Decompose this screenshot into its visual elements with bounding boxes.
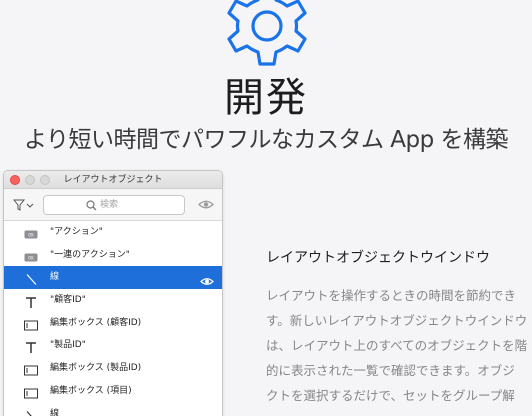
edit-box-icon <box>24 318 38 331</box>
list-item[interactable]: 編集ボックス (製品ID) <box>4 357 222 380</box>
svg-text:OK: OK <box>28 255 34 260</box>
eye-icon[interactable] <box>200 273 214 286</box>
button-icon: OK <box>24 227 38 239</box>
filter-icon[interactable] <box>13 198 35 212</box>
text-icon <box>24 340 38 354</box>
gear-icon <box>227 0 307 66</box>
list-item-label: 編集ボックス (項目) <box>50 385 132 396</box>
search-icon <box>86 200 97 211</box>
description-line: す。新しいレイアウトオブジェクトウインドウ <box>266 313 528 328</box>
feature-description: レイアウトを操作するときの時間を節約でき す。新しいレイアウトオブジェクトウイン… <box>266 283 532 416</box>
svg-text:OK: OK <box>28 233 34 238</box>
description-line: 的に表示された一覧で確認できます。オブジ <box>266 363 515 378</box>
list-item-label: "顧客ID" <box>50 295 86 306</box>
object-list: OK "アクション" OK "一連のアクション" 線 "顧客ID" 編集ボックス (顧客ID… <box>4 221 222 416</box>
list-item[interactable]: 編集ボックス (顧客ID) <box>4 312 222 335</box>
search-input[interactable]: 検索 <box>43 195 185 215</box>
edit-box-icon <box>24 386 38 399</box>
list-item-label: 編集ボックス (顧客ID) <box>50 317 142 328</box>
list-item-label: "製品ID" <box>50 340 86 351</box>
list-item-label: 編集ボックス (製品ID) <box>50 363 142 374</box>
panel-toolbar: 検索 <box>4 189 222 221</box>
description-line: クトを選択するだけで、セットをグループ解 <box>266 388 515 403</box>
page-title: 開発 <box>224 75 308 121</box>
list-item-label: 線 <box>50 272 60 283</box>
feature-heading: レイアウトオブジェクトウインドウ <box>266 250 490 266</box>
list-item[interactable]: 線 <box>4 266 222 290</box>
list-item-label: "一連のアクション" <box>50 249 130 260</box>
layout-objects-panel: レイアウトオブジェクト 検索 OK "アクション" OK "一連のアクション" 線 "顧客… <box>3 170 223 416</box>
list-item[interactable]: OK "一連のアクション" <box>4 244 222 267</box>
button-icon: OK <box>24 250 38 262</box>
list-item-label: "アクション" <box>50 227 103 237</box>
list-item[interactable]: OK "アクション" <box>4 221 222 244</box>
list-item-label: 線 <box>50 408 60 416</box>
line-icon <box>24 409 38 416</box>
search-placeholder: 検索 <box>100 200 119 210</box>
panel-title: レイアウトオブジェクト <box>63 175 163 185</box>
edit-box-icon <box>24 363 38 376</box>
panel-titlebar: レイアウトオブジェクト <box>4 171 222 189</box>
eye-icon[interactable] <box>198 199 214 210</box>
text-icon <box>24 295 38 309</box>
list-item[interactable]: "顧客ID" <box>4 289 222 312</box>
line-icon <box>24 272 38 286</box>
list-item[interactable]: 線 <box>4 403 222 416</box>
page-subtitle: より短い時間でパワフルなカスタム App を構築 <box>23 127 509 153</box>
list-item[interactable]: 編集ボックス (項目) <box>4 380 222 403</box>
list-item[interactable]: "製品ID" <box>4 334 222 357</box>
description-line: は、レイアウト上のすべてのオブジェクトを階 <box>266 338 528 353</box>
description-line: レイアウトを操作するときの時間を節約でき <box>266 288 517 303</box>
